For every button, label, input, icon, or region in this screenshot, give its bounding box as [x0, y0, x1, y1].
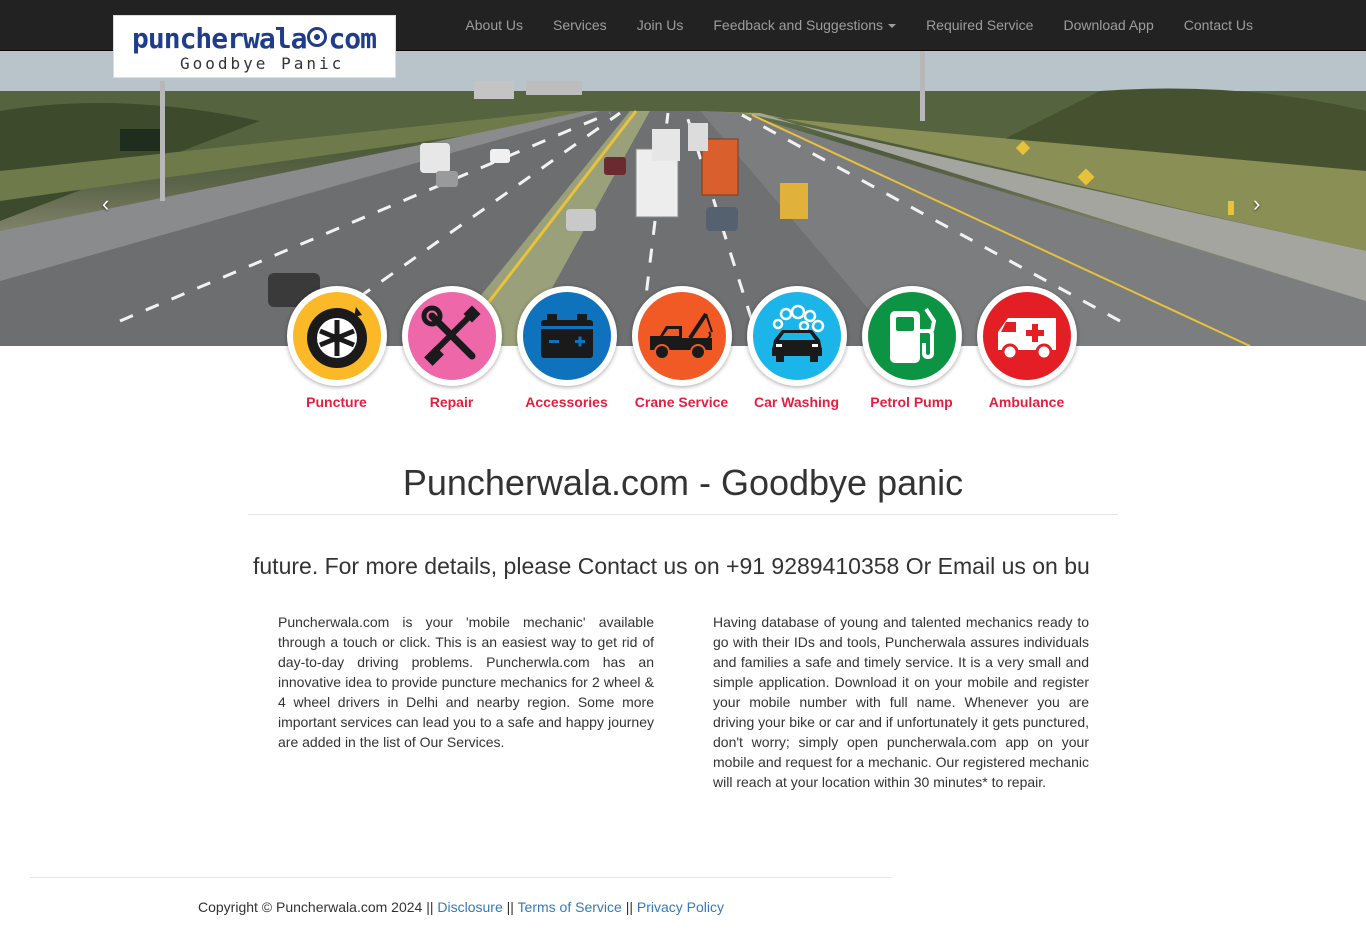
service-repair[interactable]: Repair: [394, 286, 509, 410]
intro-paragraph-right: Having database of young and talented me…: [713, 614, 1089, 790]
title-divider: [248, 514, 1118, 515]
footer-separator: ||: [506, 899, 514, 915]
nav-item-feedback-label: Feedback and Suggestions: [713, 17, 884, 33]
brand-logo[interactable]: puncherwala com Goodbye Panic: [113, 15, 396, 78]
footer-copyright: Copyright © Puncherwala.com 2024 ||: [198, 899, 434, 915]
car-wash-icon: [771, 304, 824, 362]
announcement-marquee: future. For more details, please Contact…: [248, 553, 1118, 585]
service-ambulance-label: Ambulance: [988, 394, 1065, 410]
service-crane-badge: [631, 286, 732, 386]
footer-separator: ||: [625, 899, 633, 915]
service-repair-bg: [407, 292, 496, 380]
service-puncture-badge: [286, 286, 387, 386]
service-car-washing[interactable]: Car Washing: [739, 286, 854, 410]
service-ambulance-badge: [976, 286, 1077, 386]
nav-item-about-us[interactable]: About Us: [450, 0, 538, 50]
service-accessories-label: Accessories: [525, 394, 608, 410]
nav-item-contact-us[interactable]: Contact Us: [1169, 0, 1268, 50]
service-repair-badge: [401, 286, 502, 386]
page-title: Puncherwala.com - Goodbye panic: [402, 462, 964, 503]
service-ambulance-bg: [982, 292, 1071, 380]
ambulance-icon: [997, 318, 1056, 361]
service-puncture-bg: [292, 292, 381, 380]
service-accessories-badge: [516, 286, 617, 386]
marquee-text: future. For more details, please Contact…: [253, 553, 1090, 579]
nav-item-feedback-dropdown[interactable]: Feedback and Suggestions: [698, 0, 911, 50]
service-petrol-pump-bg: [867, 292, 956, 380]
logo-tagline: Goodbye Panic: [180, 54, 345, 73]
service-accessories-bg: [522, 292, 611, 380]
service-ambulance[interactable]: Ambulance: [969, 286, 1084, 410]
footer-disclosure-link[interactable]: Disclosure: [437, 899, 502, 915]
nav-item-services[interactable]: Services: [538, 0, 622, 50]
service-crane[interactable]: Crane Service: [624, 286, 739, 410]
logo-wheel-icon: [307, 27, 328, 47]
fuel-pump-icon: [889, 307, 936, 363]
service-car-washing-label: Car Washing: [753, 394, 840, 410]
service-car-washing-bg: [752, 292, 841, 380]
service-crane-bg: [637, 292, 726, 380]
service-puncture[interactable]: Puncture: [279, 286, 394, 410]
caret-down-icon: [888, 24, 897, 29]
service-repair-label: Repair: [429, 394, 474, 410]
services-row: Puncture Repair Accessories Crane Servic…: [286, 286, 1087, 416]
footer-terms-link[interactable]: Terms of Service: [518, 899, 622, 915]
service-puncture-label: Puncture: [306, 394, 367, 410]
footer-divider: [30, 877, 891, 878]
nav-item-download-app[interactable]: Download App: [1048, 0, 1168, 50]
carousel-prev-icon[interactable]: ‹: [102, 191, 109, 217]
service-accessories[interactable]: Accessories: [509, 286, 624, 410]
intro-paragraph-left: Puncherwala.com is your 'mobile mechanic…: [278, 614, 654, 750]
logo-wordmark: puncherwala com: [132, 22, 377, 55]
battery-icon: [540, 314, 593, 358]
service-crane-label: Crane Service: [634, 394, 729, 410]
nav-item-required-service[interactable]: Required Service: [911, 0, 1048, 50]
carousel-next-icon[interactable]: ›: [1253, 191, 1260, 217]
service-petrol-pump[interactable]: Petrol Pump: [854, 286, 969, 410]
footer-privacy-link[interactable]: Privacy Policy: [637, 899, 724, 915]
footer: Copyright © Puncherwala.com 2024 || Disc…: [198, 899, 724, 915]
service-petrol-pump-badge: [861, 286, 962, 386]
nav-item-join-us[interactable]: Join Us: [622, 0, 699, 50]
tow-truck-icon: [649, 312, 713, 360]
tools-icon: [421, 305, 480, 366]
logo-name-part1: puncherwala: [132, 22, 307, 55]
service-car-washing-badge: [746, 286, 847, 386]
wheel-icon: [306, 307, 367, 368]
nav-menu: About Us Services Join Us Feedback and S…: [450, 0, 1268, 50]
logo-name-part2: com: [328, 22, 377, 55]
service-petrol-pump-label: Petrol Pump: [870, 394, 953, 410]
